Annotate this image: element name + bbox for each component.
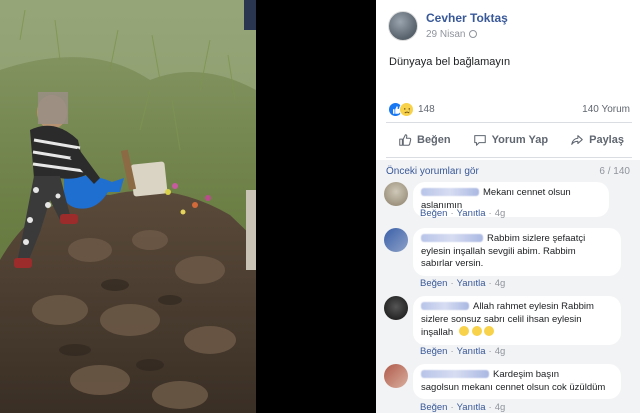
- comment-text-line3: sabırlar versin.: [421, 258, 484, 269]
- comment-bubble: Allah rahmet eylesin Rabbim sizlere sons…: [413, 296, 621, 345]
- post-photo[interactable]: [0, 0, 256, 413]
- post-actions: Beğen Yorum Yap Paylaş: [386, 126, 632, 154]
- comment-time[interactable]: 4g: [495, 278, 506, 289]
- post-text: Dünyaya bel bağlamayın: [389, 56, 511, 68]
- divider: [386, 122, 632, 123]
- comment-text-line2: sagolsun mekanı cennet olsun cok üzüldüm: [421, 381, 606, 393]
- comment-bubble: Kardeşim başın sagolsun mekanı cennet ol…: [413, 364, 621, 399]
- comment-button[interactable]: Yorum Yap: [473, 133, 548, 147]
- like-button[interactable]: Beğen: [398, 133, 451, 147]
- sad-emoji-icon: [484, 326, 495, 336]
- like-button-label: Beğen: [417, 134, 451, 146]
- reaction-count: 148: [418, 104, 435, 115]
- post-header: Cevher Toktaş 29 Nisan: [386, 9, 632, 43]
- comment-like-link[interactable]: Beğen: [420, 278, 447, 289]
- share-button-label: Paylaş: [589, 134, 624, 146]
- comment-like-link[interactable]: Beğen: [420, 402, 447, 413]
- comment-text-line1: Rabbim sizlere şefaatçi: [487, 233, 586, 244]
- comment-actions: Beğen · Yanıtla · 4g: [420, 278, 506, 289]
- comment-reply-link[interactable]: Yanıtla: [457, 402, 486, 413]
- sad-emoji-icon: [458, 326, 469, 336]
- comment-time[interactable]: 4g: [495, 346, 506, 357]
- comment-reply-link[interactable]: Yanıtla: [457, 208, 486, 219]
- commenter-avatar[interactable]: [384, 364, 408, 388]
- like-icon: [399, 134, 412, 146]
- comment-like-link[interactable]: Beğen: [420, 346, 447, 357]
- comment-reply-link[interactable]: Yanıtla: [457, 278, 486, 289]
- comment-actions: Beğen · Yanıtla · 4g: [420, 402, 506, 413]
- comment-time[interactable]: 4g: [495, 208, 506, 219]
- post-date-text[interactable]: 29 Nisan: [426, 29, 465, 40]
- share-button[interactable]: Paylaş: [570, 133, 624, 147]
- blurred-commenter-name[interactable]: [421, 370, 489, 378]
- sad-emoji-icon: [399, 102, 414, 117]
- comment-actions: Beğen · Yanıtla · 4g: [420, 346, 506, 357]
- comment-button-label: Yorum Yap: [491, 134, 549, 146]
- post-date[interactable]: 29 Nisan: [426, 29, 478, 40]
- comments-paging: 6 / 140: [599, 166, 630, 177]
- share-icon: [571, 135, 583, 145]
- comment-text-line3: inşallah: [421, 327, 454, 338]
- author-avatar[interactable]: [388, 11, 418, 41]
- comment-bubble: Rabbim sizlere şefaatçi eylesin inşallah…: [413, 228, 621, 276]
- globe-icon: [469, 30, 478, 38]
- commenter-avatar[interactable]: [384, 182, 408, 206]
- comment-count-link[interactable]: 140 Yorum: [582, 104, 630, 115]
- divider: [386, 157, 632, 158]
- facebook-post: Cevher Toktaş 29 Nisan Dünyaya bel bağla…: [376, 0, 640, 413]
- commenter-avatar[interactable]: [384, 296, 408, 320]
- comment-like-link[interactable]: Beğen: [420, 208, 447, 219]
- blurred-commenter-name[interactable]: [421, 188, 479, 196]
- comments-section: Önceki yorumları gör 6 / 140 Mekanı cenn…: [376, 160, 640, 413]
- comment-text-line2: eylesin inşallah sevgili abim. Rabbim: [421, 245, 576, 257]
- commenter-avatar[interactable]: [384, 228, 408, 252]
- comment-reply-link[interactable]: Yanıtla: [457, 346, 486, 357]
- comment-text-line1: Allah rahmet eylesin Rabbim: [473, 301, 594, 312]
- reactions-bar[interactable]: 148 140 Yorum: [388, 101, 630, 119]
- blurred-commenter-name[interactable]: [421, 234, 483, 242]
- author-name[interactable]: Cevher Toktaş: [426, 11, 508, 25]
- comment-text-line1: Kardeşim başın: [493, 369, 560, 380]
- comment-icon: [473, 135, 486, 146]
- previous-comments-link[interactable]: Önceki yorumları gör: [386, 166, 479, 177]
- black-background: [256, 0, 376, 413]
- grave-photo-image: [0, 0, 256, 413]
- blurred-commenter-name[interactable]: [421, 302, 469, 310]
- comment-time[interactable]: 4g: [495, 402, 506, 413]
- comment-text-line2: sizlere sonsuz sabrı celil ihsan eylesin: [421, 313, 582, 325]
- sad-emoji-icon: [471, 326, 482, 336]
- comment-actions: Beğen · Yanıtla · 4g: [420, 208, 506, 219]
